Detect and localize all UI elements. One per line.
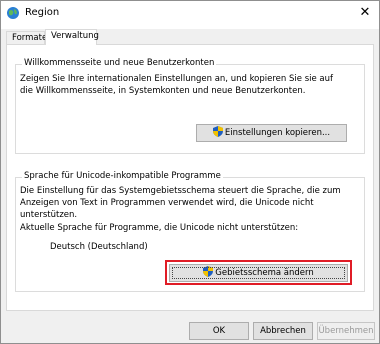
tab-label: Verwaltung (51, 31, 99, 41)
region-dialog: Region ✕ Formate Verwaltung Willkommenss… (0, 0, 380, 344)
current-language-value: Deutsch (Deutschland) (50, 242, 148, 252)
apply-label: Übernehmen (318, 326, 374, 336)
welcome-description-line2: die Willkommensseite, in Systemkonten un… (20, 86, 306, 96)
unicode-description-line1: Die Einstellung für das Systemgebietssch… (20, 186, 341, 196)
window-title: Region (25, 7, 60, 18)
copy-settings-label: Einstellungen kopieren... (224, 128, 331, 138)
welcome-group: Willkommensseite und neue Benutzerkonten… (15, 58, 365, 154)
unicode-group-legend: Sprache für Unicode-inkompatible Program… (22, 171, 223, 181)
tab-panel-verwaltung: Willkommensseite und neue Benutzerkonten… (6, 44, 374, 311)
apply-button[interactable]: Übernehmen (317, 322, 375, 340)
focus-outline (172, 267, 345, 279)
tab-formate[interactable]: Formate (6, 31, 48, 45)
unicode-description-line3: unterstützen. (20, 210, 78, 220)
title-bar[interactable]: Region ✕ (1, 1, 379, 29)
unicode-description-line2: Anzeigen von Text in Programmen verwende… (20, 198, 314, 208)
unicode-group: Sprache für Unicode-inkompatible Program… (15, 171, 365, 292)
close-icon: ✕ (359, 5, 371, 20)
cancel-label: Abbrechen (260, 326, 306, 336)
ok-label: OK (212, 326, 226, 336)
ok-button[interactable]: OK (189, 322, 249, 340)
close-button[interactable]: ✕ (357, 5, 373, 21)
welcome-group-legend: Willkommensseite und neue Benutzerkonten (22, 58, 217, 68)
uac-shield-icon (212, 126, 223, 137)
tab-label: Formate (12, 33, 48, 43)
welcome-description-line1: Zeigen Sie Ihre internationalen Einstell… (20, 74, 333, 84)
copy-settings-button[interactable]: Einstellungen kopieren... (196, 124, 347, 142)
tab-verwaltung[interactable]: Verwaltung (45, 29, 99, 45)
change-locale-button[interactable]: Gebietsschema ändern (169, 264, 348, 282)
cancel-button[interactable]: Abbrechen (253, 322, 313, 340)
globe-icon (7, 7, 19, 19)
current-language-label: Aktuelle Sprache für Programme, die Unic… (20, 223, 299, 233)
